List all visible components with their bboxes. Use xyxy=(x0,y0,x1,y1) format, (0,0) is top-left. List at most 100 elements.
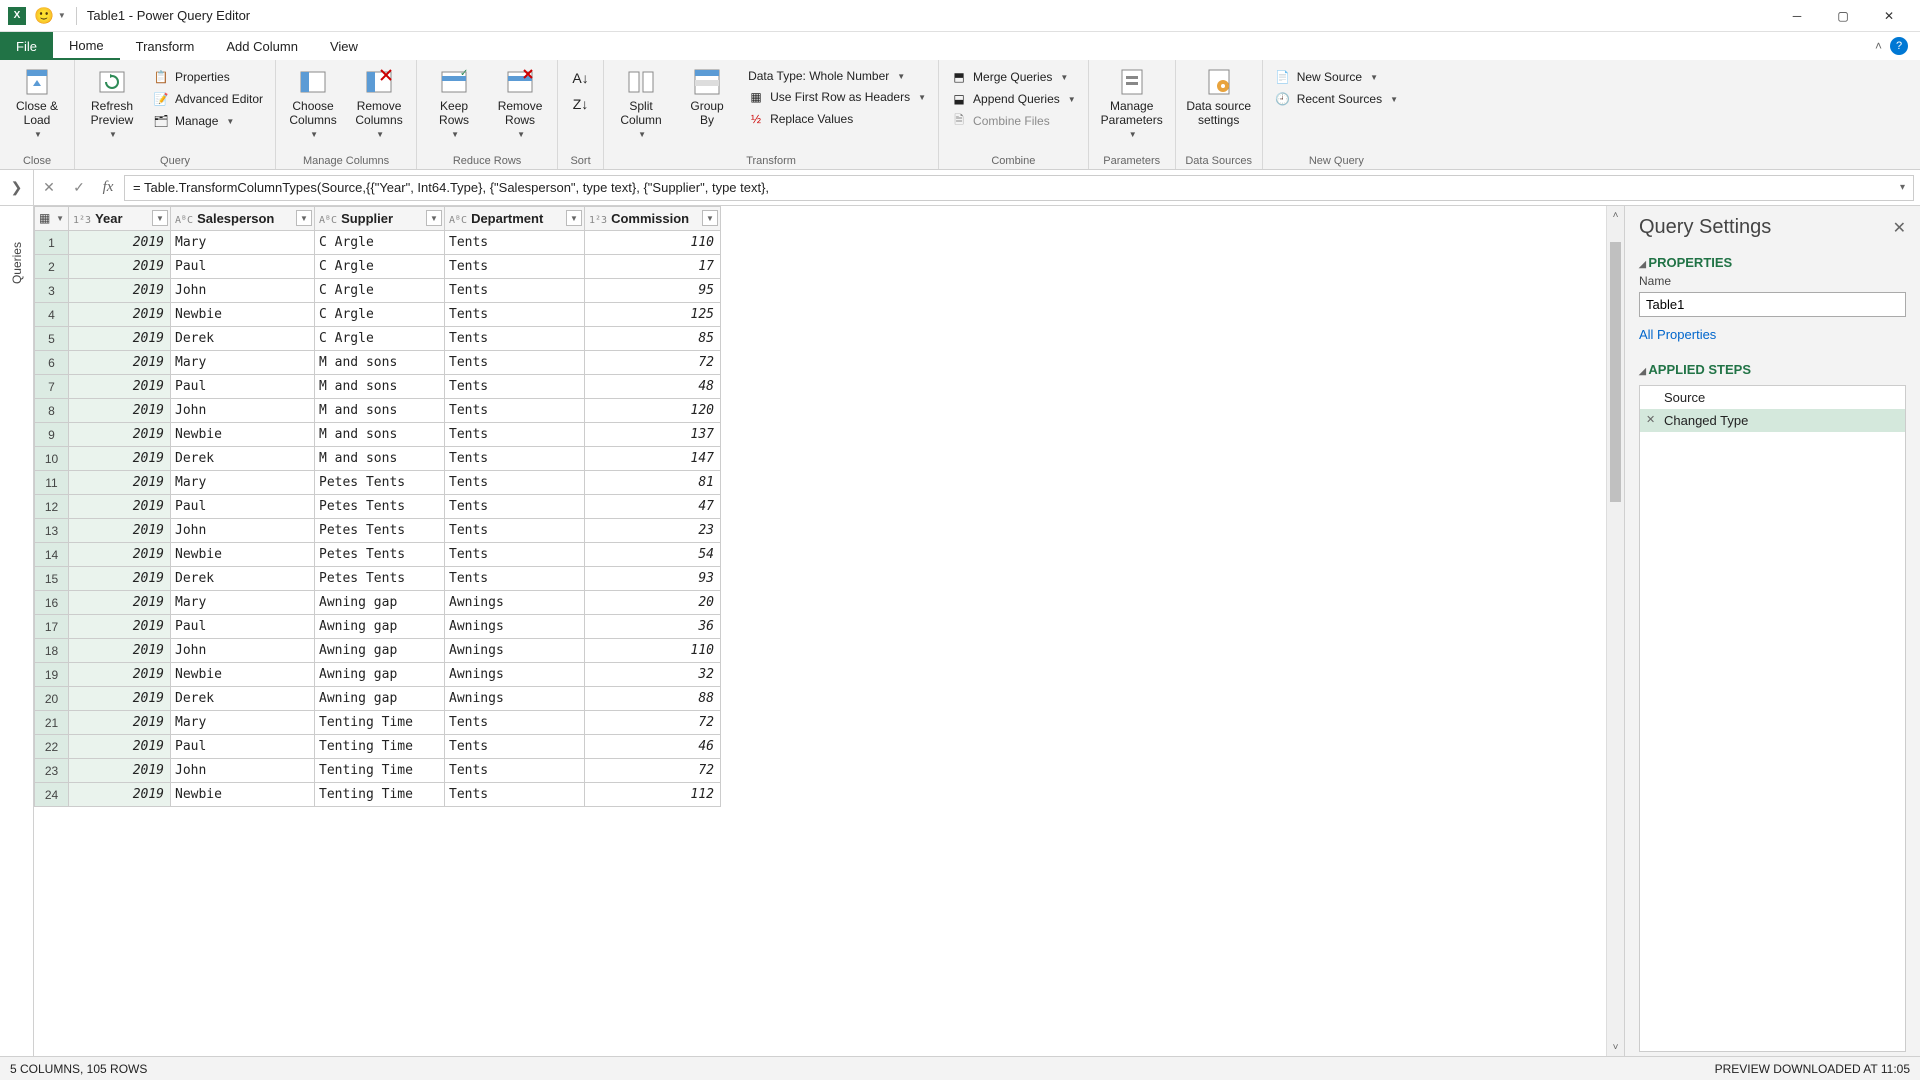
queries-sidebar[interactable]: Queries xyxy=(0,206,34,1056)
cell-supplier[interactable]: Petes Tents xyxy=(315,519,445,543)
manage-parameters-button[interactable]: Manage Parameters▼ xyxy=(1097,64,1167,139)
row-number[interactable]: 8 xyxy=(35,399,69,423)
cell-salesperson[interactable]: Derek xyxy=(171,327,315,351)
cell-department[interactable]: Tents xyxy=(445,447,585,471)
cell-salesperson[interactable]: John xyxy=(171,279,315,303)
cell-year[interactable]: 2019 xyxy=(69,783,171,807)
cell-supplier[interactable]: C Argle xyxy=(315,231,445,255)
table-row[interactable]: 82019JohnM and sonsTents120 xyxy=(35,399,721,423)
row-number[interactable]: 18 xyxy=(35,639,69,663)
row-number[interactable]: 20 xyxy=(35,687,69,711)
cell-department[interactable]: Tents xyxy=(445,567,585,591)
table-row[interactable]: 152019DerekPetes TentsTents93 xyxy=(35,567,721,591)
cell-supplier[interactable]: Awning gap xyxy=(315,639,445,663)
cell-supplier[interactable]: M and sons xyxy=(315,423,445,447)
cell-department[interactable]: Tents xyxy=(445,495,585,519)
collapse-ribbon-icon[interactable]: ˄ xyxy=(1875,39,1882,53)
cell-department[interactable]: Tents xyxy=(445,519,585,543)
row-number[interactable]: 7 xyxy=(35,375,69,399)
table-row[interactable]: 72019PaulM and sonsTents48 xyxy=(35,375,721,399)
cell-department[interactable]: Awnings xyxy=(445,639,585,663)
close-window-button[interactable]: ✕ xyxy=(1866,0,1912,32)
table-row[interactable]: 52019DerekC ArgleTents85 xyxy=(35,327,721,351)
remove-rows-button[interactable]: Remove Rows▼ xyxy=(491,64,549,139)
col-header-department[interactable]: AᴮCDepartment▼ xyxy=(445,207,585,231)
cell-commission[interactable]: 23 xyxy=(585,519,721,543)
cell-department[interactable]: Tents xyxy=(445,711,585,735)
sort-desc-button[interactable]: Z↓ xyxy=(573,96,589,112)
table-row[interactable]: 162019MaryAwning gapAwnings20 xyxy=(35,591,721,615)
cell-salesperson[interactable]: Paul xyxy=(171,375,315,399)
tab-file[interactable]: File xyxy=(0,32,53,60)
formula-input[interactable]: = Table.TransformColumnTypes(Source,{{"Y… xyxy=(124,175,1914,201)
cell-year[interactable]: 2019 xyxy=(69,711,171,735)
cell-year[interactable]: 2019 xyxy=(69,759,171,783)
tab-add-column[interactable]: Add Column xyxy=(210,32,314,60)
step-changed-type[interactable]: Changed Type xyxy=(1640,409,1905,432)
cell-commission[interactable]: 95 xyxy=(585,279,721,303)
keep-rows-button[interactable]: ✓ Keep Rows▼ xyxy=(425,64,483,139)
cell-year[interactable]: 2019 xyxy=(69,735,171,759)
cell-salesperson[interactable]: Mary xyxy=(171,471,315,495)
cell-commission[interactable]: 17 xyxy=(585,255,721,279)
row-number[interactable]: 2 xyxy=(35,255,69,279)
cell-salesperson[interactable]: Mary xyxy=(171,711,315,735)
cell-commission[interactable]: 72 xyxy=(585,351,721,375)
cell-year[interactable]: 2019 xyxy=(69,471,171,495)
cell-commission[interactable]: 36 xyxy=(585,615,721,639)
cell-supplier[interactable]: Awning gap xyxy=(315,615,445,639)
col-header-supplier[interactable]: AᴮCSupplier▼ xyxy=(315,207,445,231)
table-row[interactable]: 212019MaryTenting TimeTents72 xyxy=(35,711,721,735)
group-by-button[interactable]: Group By xyxy=(678,64,736,128)
cell-supplier[interactable]: Tenting Time xyxy=(315,759,445,783)
cell-supplier[interactable]: M and sons xyxy=(315,447,445,471)
step-source[interactable]: Source xyxy=(1640,386,1905,409)
smiley-icon[interactable]: 🙂 xyxy=(34,6,54,26)
table-row[interactable]: 122019PaulPetes TentsTents47 xyxy=(35,495,721,519)
cell-year[interactable]: 2019 xyxy=(69,663,171,687)
col-header-year[interactable]: 1²3Year▼ xyxy=(69,207,171,231)
cell-year[interactable]: 2019 xyxy=(69,639,171,663)
merge-queries-button[interactable]: ⬒Merge Queries▼ xyxy=(947,68,1080,86)
cell-commission[interactable]: 147 xyxy=(585,447,721,471)
cell-commission[interactable]: 72 xyxy=(585,711,721,735)
row-number[interactable]: 21 xyxy=(35,711,69,735)
cell-department[interactable]: Tents xyxy=(445,759,585,783)
cell-year[interactable]: 2019 xyxy=(69,327,171,351)
row-number[interactable]: 15 xyxy=(35,567,69,591)
append-queries-button[interactable]: ⬓Append Queries▼ xyxy=(947,90,1080,108)
cell-department[interactable]: Tents xyxy=(445,471,585,495)
cell-salesperson[interactable]: John xyxy=(171,759,315,783)
cell-supplier[interactable]: Petes Tents xyxy=(315,495,445,519)
cell-department[interactable]: Awnings xyxy=(445,687,585,711)
minimize-button[interactable]: ─ xyxy=(1774,0,1820,32)
cell-salesperson[interactable]: Newbie xyxy=(171,543,315,567)
row-number[interactable]: 5 xyxy=(35,327,69,351)
remove-columns-button[interactable]: Remove Columns▼ xyxy=(350,64,408,139)
first-row-headers-button[interactable]: ▦Use First Row as Headers▼ xyxy=(744,88,930,106)
cell-department[interactable]: Awnings xyxy=(445,663,585,687)
cell-supplier[interactable]: Awning gap xyxy=(315,687,445,711)
cell-supplier[interactable]: M and sons xyxy=(315,375,445,399)
table-row[interactable]: 102019DerekM and sonsTents147 xyxy=(35,447,721,471)
filter-year-icon[interactable]: ▼ xyxy=(152,210,168,226)
cell-salesperson[interactable]: John xyxy=(171,639,315,663)
cell-commission[interactable]: 88 xyxy=(585,687,721,711)
qat-dropdown-icon[interactable]: ▼ xyxy=(58,11,66,20)
cell-commission[interactable]: 85 xyxy=(585,327,721,351)
cell-year[interactable]: 2019 xyxy=(69,255,171,279)
cell-year[interactable]: 2019 xyxy=(69,591,171,615)
filter-supplier-icon[interactable]: ▼ xyxy=(426,210,442,226)
table-row[interactable]: 32019JohnC ArgleTents95 xyxy=(35,279,721,303)
cell-commission[interactable]: 120 xyxy=(585,399,721,423)
cell-department[interactable]: Awnings xyxy=(445,615,585,639)
maximize-button[interactable]: ▢ xyxy=(1820,0,1866,32)
cell-salesperson[interactable]: Derek xyxy=(171,567,315,591)
cell-year[interactable]: 2019 xyxy=(69,279,171,303)
cell-supplier[interactable]: Tenting Time xyxy=(315,783,445,807)
cell-department[interactable]: Tents xyxy=(445,279,585,303)
expand-queries-button[interactable]: ❯ xyxy=(0,170,34,205)
cell-commission[interactable]: 20 xyxy=(585,591,721,615)
cell-salesperson[interactable]: Paul xyxy=(171,735,315,759)
cell-year[interactable]: 2019 xyxy=(69,303,171,327)
